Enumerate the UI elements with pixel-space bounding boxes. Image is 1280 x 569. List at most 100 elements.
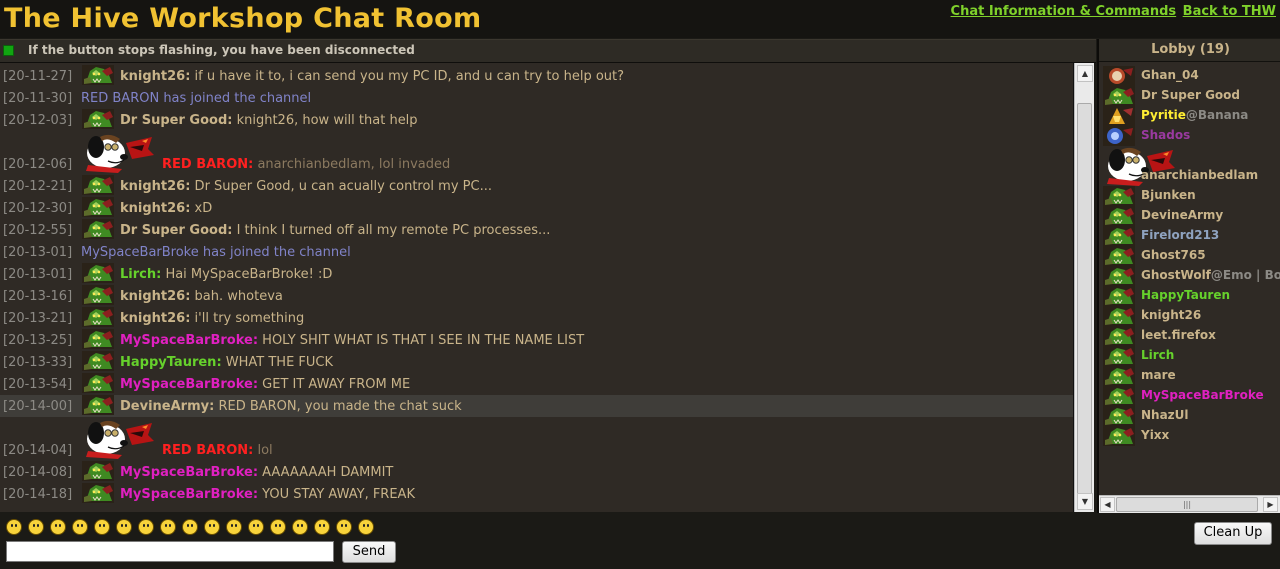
user-name[interactable]: NhazUl [1141,408,1189,422]
user-name[interactable]: Firelord213 [1141,228,1219,242]
user-name[interactable]: MySpaceBarBroke [1141,388,1264,402]
send-button[interactable]: Send [342,541,396,563]
message-author[interactable]: MySpaceBarBroke: [120,487,258,502]
user-entry[interactable]: Bjunken [1099,186,1280,206]
user-entry[interactable]: Ghost765 [1099,246,1280,266]
message-author[interactable]: Dr Super Good: [120,113,232,128]
user-name[interactable]: HappyTauren [1141,288,1230,302]
emoticon-eek-icon[interactable] [160,519,176,535]
user-entry[interactable]: MySpaceBarBroke [1099,386,1280,406]
user-avatar[interactable] [82,395,114,415]
emoticon-rolleyes-icon[interactable] [204,519,220,535]
user-name[interactable]: Pyritie@Banana [1141,108,1248,122]
user-name[interactable]: Dr Super Good [1141,88,1240,102]
user-name[interactable]: Bjunken [1141,188,1196,202]
hscroll-thumb[interactable]: ||| [1116,497,1258,512]
user-avatar[interactable] [82,65,114,85]
scroll-left-button[interactable]: ◀ [1100,497,1115,512]
user-entry[interactable]: anarchianbedlam [1099,146,1280,186]
user-name[interactable]: mare [1141,368,1176,382]
user-entry[interactable]: Dr Super Good [1099,86,1280,106]
user-avatar[interactable] [82,461,114,481]
message-author[interactable]: HappyTauren: [120,355,222,370]
user-entry[interactable]: NhazUl [1099,406,1280,426]
emoticon-wink-icon[interactable] [182,519,198,535]
message-author[interactable]: Lirch: [120,267,161,282]
user-entry[interactable]: Yixx [1099,426,1280,446]
emoticon-exclaim-icon[interactable] [248,519,264,535]
user-entry[interactable]: knight26 [1099,306,1280,326]
emoticon-redface-icon[interactable] [138,519,154,535]
user-name[interactable]: DevineArmy [1141,208,1223,222]
user-name[interactable]: Lirch [1141,348,1174,362]
message-author[interactable]: MySpaceBarBroke: [120,377,258,392]
user-entry[interactable]: Firelord213 [1099,226,1280,246]
user-avatar[interactable] [82,419,156,459]
scroll-right-button[interactable]: ▶ [1263,497,1278,512]
chat-info-link[interactable]: Chat Information & Commands [951,4,1177,19]
message-author[interactable]: knight26: [120,201,190,216]
chat-log[interactable]: [20-11-27] knight26: if u have it to, i c… [0,63,1074,512]
emoticon-razz-icon[interactable] [314,519,330,535]
message-author[interactable]: knight26: [120,69,190,84]
user-name[interactable]: Yixx [1141,428,1169,442]
user-avatar[interactable] [82,219,114,239]
scroll-down-button[interactable]: ▼ [1077,493,1093,510]
user-avatar[interactable] [82,307,114,327]
user-entry[interactable]: Ghan_04 [1099,66,1280,86]
message-author[interactable]: DevineArmy: [120,399,214,414]
user-entry[interactable]: DevineArmy [1099,206,1280,226]
user-avatar[interactable] [82,109,114,129]
back-to-thw-link[interactable]: Back to THW [1183,4,1276,19]
user-avatar[interactable] [82,483,114,503]
emoticon-question-icon[interactable] [270,519,286,535]
user-name[interactable]: Shados [1141,128,1190,142]
scroll-up-button[interactable]: ▲ [1077,65,1093,82]
emoticon-smile-icon[interactable] [28,519,44,535]
emoticon-confused-icon[interactable] [116,519,132,535]
user-list[interactable]: Lobby (19) Ghan_04 Dr Super Good Pyritie@B… [1097,39,1280,513]
user-avatar[interactable] [82,285,114,305]
user-entry[interactable]: Pyritie@Banana [1099,106,1280,126]
user-avatar[interactable] [82,373,114,393]
user-avatar[interactable] [82,351,114,371]
user-entry[interactable]: Shados [1099,126,1280,146]
emoticon-frown-icon[interactable] [72,519,88,535]
scroll-thumb[interactable] [1077,103,1092,495]
user-avatar[interactable] [82,329,114,349]
user-name[interactable]: knight26 [1141,308,1201,322]
clean-up-button[interactable]: Clean Up [1194,522,1272,545]
message-author[interactable]: RED BARON: [162,157,253,172]
emoticon-biggrin-icon[interactable] [6,519,22,535]
message-author[interactable]: MySpaceBarBroke: [120,465,258,480]
emoticon-hmm-icon[interactable] [336,519,352,535]
user-avatar[interactable] [82,263,114,283]
message-author[interactable]: Dr Super Good: [120,223,232,238]
chat-scrollbar[interactable]: ▲ ▼ [1074,63,1094,512]
user-avatar[interactable] [82,197,114,217]
user-avatar[interactable] [82,133,156,173]
user-name[interactable]: GhostWolf@Emo | Bot [1141,268,1280,282]
user-avatar[interactable] [82,175,114,195]
message-author[interactable]: knight26: [120,179,190,194]
user-entry[interactable]: HappyTauren [1099,286,1280,306]
user-name[interactable]: leet.firefox [1141,328,1216,342]
emoticon-lol-icon[interactable] [292,519,308,535]
message-author[interactable]: knight26: [120,289,190,304]
message-author[interactable]: knight26: [120,311,190,326]
user-name[interactable]: anarchianbedlam [1141,168,1258,182]
user-name[interactable]: Ghost765 [1141,248,1206,262]
emoticon-mad-icon[interactable] [226,519,242,535]
user-name[interactable]: Ghan_04 [1141,68,1199,82]
user-list-hscrollbar[interactable]: ◀ ||| ▶ [1099,495,1280,513]
emoticon-grin-icon[interactable] [94,519,110,535]
message-author[interactable]: RED BARON: [162,443,253,458]
emoticon-cry-icon[interactable] [358,519,374,535]
user-entry[interactable]: mare [1099,366,1280,386]
user-entry[interactable]: leet.firefox [1099,326,1280,346]
message-input[interactable] [6,541,334,562]
emoticon-cool-icon[interactable] [50,519,66,535]
user-entry[interactable]: Lirch [1099,346,1280,366]
message-author[interactable]: MySpaceBarBroke: [120,333,258,348]
user-entry[interactable]: GhostWolf@Emo | Bot [1099,266,1280,286]
